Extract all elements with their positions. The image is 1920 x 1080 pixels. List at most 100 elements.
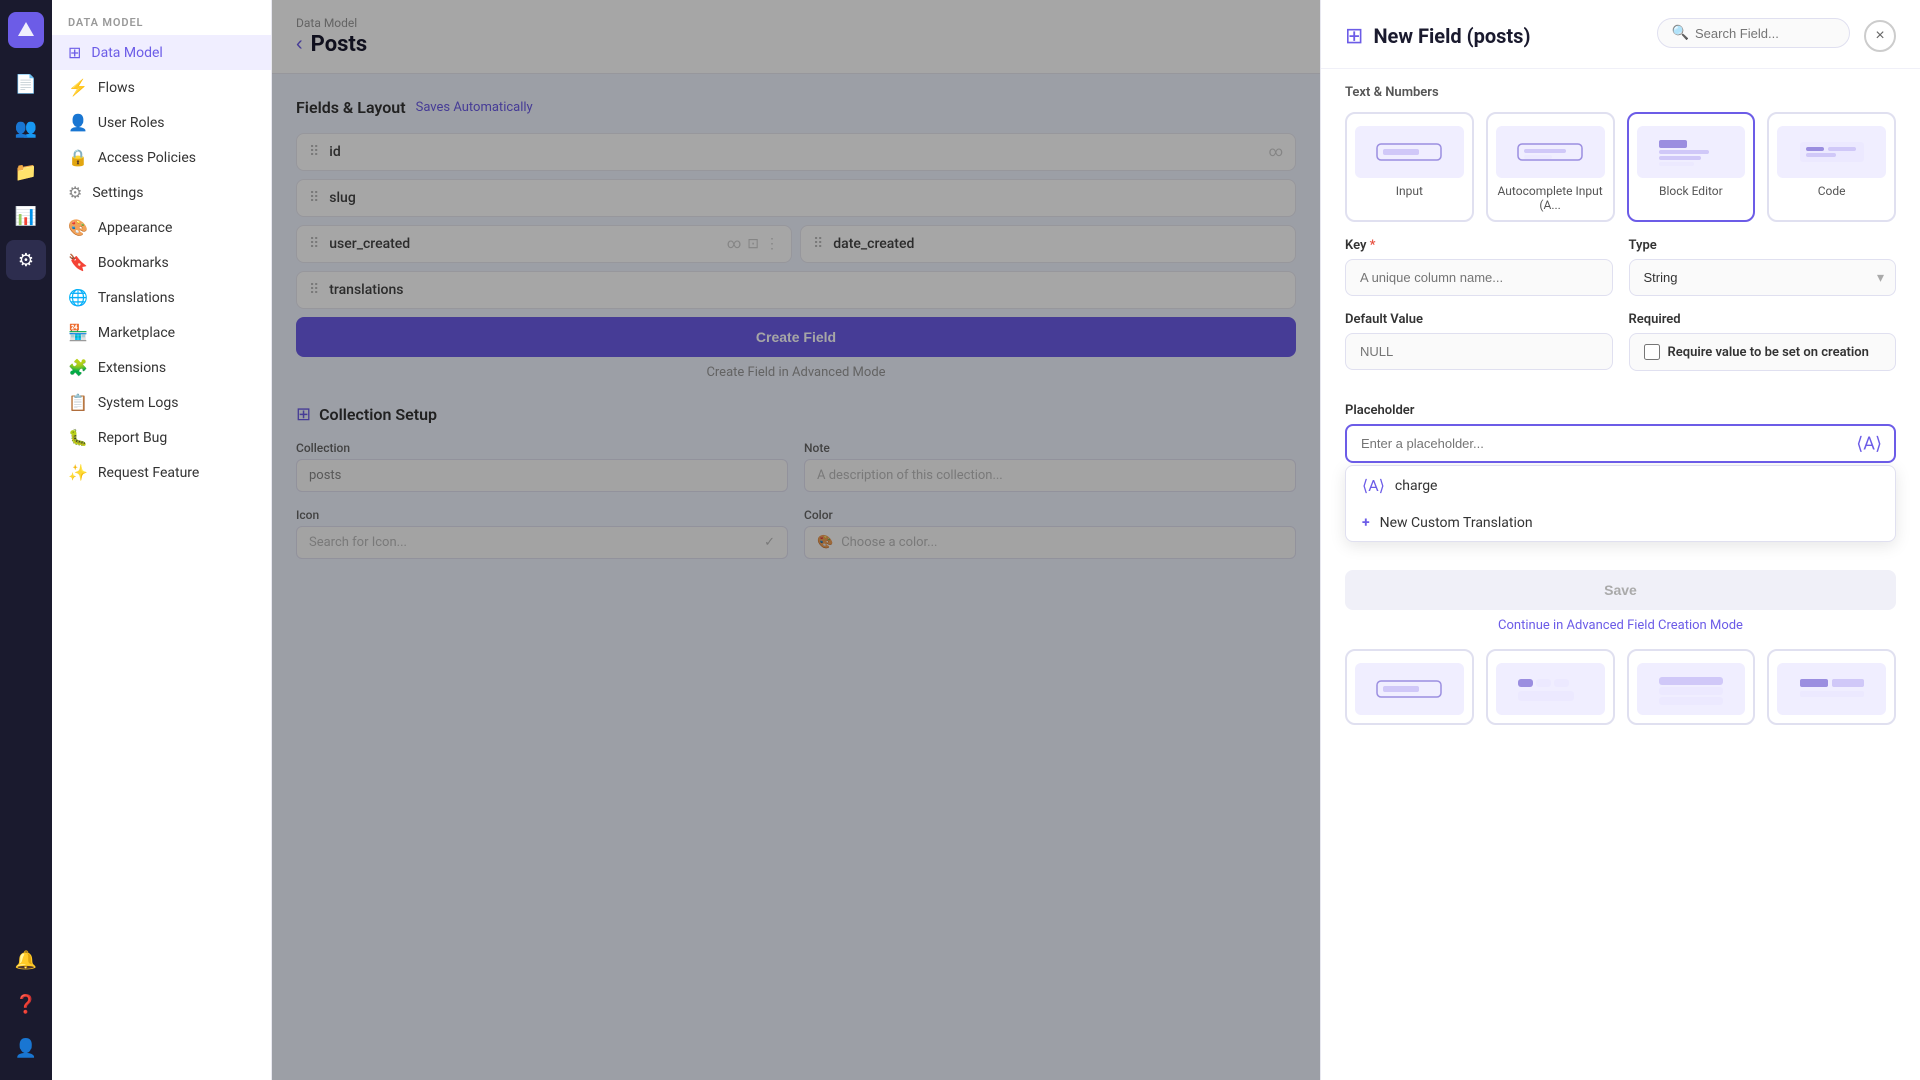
nav-help[interactable]: ❓ bbox=[6, 984, 46, 1024]
nav-profile[interactable]: 👤 bbox=[6, 1028, 46, 1068]
sidebar: Data Model ⊞ Data Model ⚡ Flows 👤 User R… bbox=[52, 0, 272, 1080]
nav-insights[interactable]: 📊 bbox=[6, 196, 46, 236]
required-checkbox-label[interactable]: Require value to be set on creation bbox=[1668, 345, 1869, 360]
field-type-code[interactable]: Code bbox=[1767, 112, 1896, 222]
dropdown-item-charge[interactable]: ⟨A⟩ charge bbox=[1346, 466, 1895, 505]
field-type-label-code: Code bbox=[1818, 184, 1846, 198]
sidebar-item-label-request-feature: Request Feature bbox=[98, 465, 199, 481]
translate-icon[interactable]: ⟨A⟩ bbox=[1856, 433, 1882, 454]
key-label: Key * bbox=[1345, 238, 1613, 253]
search-input[interactable] bbox=[1695, 26, 1835, 41]
bottom-thumb-4 bbox=[1777, 663, 1886, 715]
data-model-icon: ⊞ bbox=[68, 43, 81, 62]
sidebar-item-label-bookmarks: Bookmarks bbox=[98, 255, 169, 271]
panel-form: Key * Type String Integer Float Boolean … bbox=[1321, 238, 1920, 403]
sidebar-item-request-feature[interactable]: ✨ Request Feature bbox=[52, 455, 271, 490]
field-type-input[interactable]: Input bbox=[1345, 112, 1474, 222]
sidebar-item-label-user-roles: User Roles bbox=[98, 115, 165, 131]
icon-bar: 📄 👥 📁 📊 ⚙ 🔔 ❓ 👤 bbox=[0, 0, 52, 1080]
user-roles-icon: 👤 bbox=[68, 113, 88, 132]
sidebar-item-data-model[interactable]: ⊞ Data Model bbox=[52, 35, 271, 70]
advanced-field-link[interactable]: Continue in Advanced Field Creation Mode bbox=[1345, 618, 1896, 633]
required-checkbox-wrapper: Require value to be set on creation bbox=[1629, 333, 1897, 371]
sidebar-item-label-settings: Settings bbox=[92, 185, 143, 201]
flows-icon: ⚡ bbox=[68, 78, 88, 97]
default-value-input[interactable] bbox=[1345, 333, 1613, 370]
modal-overlay[interactable] bbox=[272, 0, 1320, 1080]
field-search-box: 🔍 bbox=[1657, 18, 1850, 48]
search-icon: 🔍 bbox=[1672, 25, 1689, 41]
nav-users[interactable]: 👥 bbox=[6, 108, 46, 148]
panel-field-icon: ⊞ bbox=[1345, 24, 1363, 49]
sidebar-item-label-extensions: Extensions bbox=[98, 360, 166, 376]
bottom-field-types bbox=[1321, 649, 1920, 749]
appearance-icon: 🎨 bbox=[68, 218, 88, 237]
key-input[interactable] bbox=[1345, 259, 1613, 296]
placeholder-input-wrapper: ⟨A⟩ bbox=[1345, 424, 1896, 463]
sidebar-breadcrumb: Data Model bbox=[52, 0, 271, 35]
code-thumbnail bbox=[1777, 126, 1886, 178]
sidebar-item-bookmarks[interactable]: 🔖 Bookmarks bbox=[52, 245, 271, 280]
section-label: Text & Numbers bbox=[1345, 85, 1896, 100]
type-label: Type bbox=[1629, 238, 1897, 253]
panel-footer: Save Continue in Advanced Field Creation… bbox=[1321, 558, 1920, 649]
bookmarks-icon: 🔖 bbox=[68, 253, 88, 272]
field-type-bottom-2[interactable] bbox=[1486, 649, 1615, 725]
sidebar-item-system-logs[interactable]: 📋 System Logs bbox=[52, 385, 271, 420]
required-checkbox[interactable] bbox=[1644, 344, 1660, 360]
placeholder-label: Placeholder bbox=[1345, 403, 1896, 418]
nav-settings[interactable]: ⚙ bbox=[6, 240, 46, 280]
sidebar-item-label-flows: Flows bbox=[98, 80, 135, 96]
panel-title-group: ⊞ New Field (posts) bbox=[1345, 24, 1530, 49]
dropdown-item-new-custom[interactable]: + New Custom Translation bbox=[1346, 505, 1895, 541]
key-type-row: Key * Type String Integer Float Boolean … bbox=[1345, 238, 1896, 296]
required-group: Required Require value to be set on crea… bbox=[1629, 312, 1897, 371]
panel-title: New Field (posts) bbox=[1373, 24, 1530, 48]
field-type-autocomplete[interactable]: Autocomplete Input (A... bbox=[1486, 112, 1615, 222]
sidebar-item-extensions[interactable]: 🧩 Extensions bbox=[52, 350, 271, 385]
type-select[interactable]: String Integer Float Boolean Date DateTi… bbox=[1629, 259, 1897, 296]
save-button[interactable]: Save bbox=[1345, 570, 1896, 610]
sidebar-item-user-roles[interactable]: 👤 User Roles bbox=[52, 105, 271, 140]
panel-header: ⊞ New Field (posts) 🔍 × bbox=[1321, 0, 1920, 69]
sidebar-item-label-translations: Translations bbox=[98, 290, 175, 306]
sidebar-item-translations[interactable]: 🌐 Translations bbox=[52, 280, 271, 315]
nav-notifications[interactable]: 🔔 bbox=[6, 940, 46, 980]
field-type-label-block-editor: Block Editor bbox=[1659, 184, 1723, 198]
block-editor-thumbnail bbox=[1637, 126, 1746, 178]
required-label: Required bbox=[1629, 312, 1897, 327]
sidebar-item-settings[interactable]: ⚙ Settings bbox=[52, 175, 271, 210]
sidebar-item-marketplace[interactable]: 🏪 Marketplace bbox=[52, 315, 271, 350]
field-type-label-input: Input bbox=[1396, 184, 1423, 198]
sidebar-item-flows[interactable]: ⚡ Flows bbox=[52, 70, 271, 105]
dropdown-item-charge-label: charge bbox=[1395, 478, 1438, 494]
bottom-thumb-2 bbox=[1496, 663, 1605, 715]
nav-content[interactable]: 📄 bbox=[6, 64, 46, 104]
field-type-bottom-4[interactable] bbox=[1767, 649, 1896, 725]
settings-icon: ⚙ bbox=[68, 183, 82, 202]
new-field-panel: ⊞ New Field (posts) 🔍 × Text & Numbers bbox=[1320, 0, 1920, 1080]
autocomplete-thumbnail bbox=[1496, 126, 1605, 178]
placeholder-section: Placeholder ⟨A⟩ ⟨A⟩ charge + New Custom … bbox=[1321, 403, 1920, 558]
request-feature-icon: ✨ bbox=[68, 463, 88, 482]
close-button[interactable]: × bbox=[1864, 20, 1896, 52]
report-bug-icon: 🐛 bbox=[68, 428, 88, 447]
sidebar-item-appearance[interactable]: 🎨 Appearance bbox=[52, 210, 271, 245]
placeholder-input[interactable] bbox=[1347, 426, 1894, 461]
main-content: Data Model ‹ Posts Fields & Layout Saves… bbox=[272, 0, 1320, 1080]
sidebar-item-label-appearance: Appearance bbox=[98, 220, 172, 236]
field-type-bottom-1[interactable] bbox=[1345, 649, 1474, 725]
bottom-thumb-1 bbox=[1355, 663, 1464, 715]
sidebar-item-label-access-policies: Access Policies bbox=[98, 150, 196, 166]
nav-files[interactable]: 📁 bbox=[6, 152, 46, 192]
field-type-bottom-3[interactable] bbox=[1627, 649, 1756, 725]
field-type-block-editor[interactable]: Block Editor bbox=[1627, 112, 1756, 222]
system-logs-icon: 📋 bbox=[68, 393, 88, 412]
app-logo[interactable] bbox=[8, 12, 44, 48]
default-value-label: Default Value bbox=[1345, 312, 1613, 327]
sidebar-item-access-policies[interactable]: 🔒 Access Policies bbox=[52, 140, 271, 175]
placeholder-dropdown: ⟨A⟩ charge + New Custom Translation bbox=[1345, 465, 1896, 542]
sidebar-item-report-bug[interactable]: 🐛 Report Bug bbox=[52, 420, 271, 455]
sidebar-item-label-system-logs: System Logs bbox=[98, 395, 179, 411]
extensions-icon: 🧩 bbox=[68, 358, 88, 377]
